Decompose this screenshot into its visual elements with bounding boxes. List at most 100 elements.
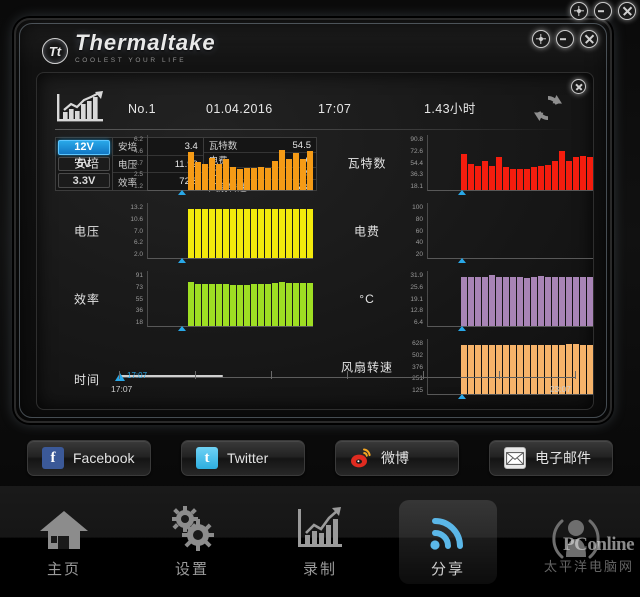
chart-bar: [188, 208, 194, 258]
chart-title-voltage: 电压: [73, 224, 100, 239]
ytick: 100: [412, 204, 423, 211]
chart-time-marker[interactable]: [177, 258, 186, 263]
close-window-button[interactable]: [618, 2, 636, 20]
close-icon[interactable]: [571, 79, 586, 94]
chart-bar: [580, 155, 586, 190]
chart-title-efficiency: 效率: [73, 292, 100, 307]
panel-move-button[interactable]: [532, 30, 550, 48]
share-facebook-button[interactable]: f Facebook: [27, 440, 151, 476]
rss-icon: [422, 505, 474, 553]
chart-bar: [468, 163, 474, 190]
move-window-button[interactable]: [570, 2, 588, 20]
share-weibo-label: 微博: [381, 450, 409, 466]
chart-bar: [195, 208, 201, 258]
chart-plot-temperature[interactable]: [427, 271, 593, 327]
record-header: No.1 01.04.2016 17:07 1.43小时: [55, 85, 579, 129]
time-axis-label: 时间: [73, 373, 100, 387]
chart-bar: [307, 282, 313, 326]
chart-plot-efficiency[interactable]: [147, 271, 313, 327]
chart-yticks-amps: 6.2 4.6 3.7 2.5 1.2: [119, 135, 145, 191]
chart-bar: [251, 168, 257, 190]
chart-yticks-cost: 100 80 60 40 20: [399, 203, 425, 259]
ytick: 60: [415, 227, 423, 235]
chart-bar: [489, 166, 495, 190]
chart-bar: [503, 276, 509, 326]
record-header-values: No.1 01.04.2016 17:07 1.43小时: [128, 98, 476, 117]
chart-bar: [251, 208, 257, 258]
bar-chart-icon: [294, 505, 346, 553]
main-panel: Tt Thermaltake COOLEST YOUR LIFE No.1 01…: [14, 18, 612, 423]
chart-time-marker[interactable]: [177, 190, 186, 195]
chart-bar: [286, 282, 292, 326]
panel-close-button[interactable]: [580, 30, 598, 48]
ytick: 18: [135, 319, 143, 326]
share-weibo-button[interactable]: 微博: [335, 440, 459, 476]
chart-plot-watts[interactable]: [427, 135, 593, 191]
ytick: 31.9: [410, 272, 423, 279]
chart-bar: [209, 157, 215, 190]
record-date: 01.04.2016: [206, 101, 273, 116]
chart-time-marker[interactable]: [457, 190, 466, 195]
chart-bar: [587, 345, 593, 394]
chart-bar: [545, 276, 551, 326]
chart-watts: 瓦特数 90.8 72.6 54.4 36.3 18.1: [335, 135, 593, 195]
ytick: 13.2: [130, 204, 143, 211]
chart-bar: [223, 284, 229, 326]
ytick: 80: [415, 215, 423, 223]
chart-bar: [538, 276, 544, 326]
ytick: 36: [135, 307, 143, 315]
share-email-button[interactable]: 电子邮件: [489, 440, 613, 476]
panel-minimize-button[interactable]: [556, 30, 574, 48]
time-tick: [499, 371, 500, 379]
refresh-icon[interactable]: [531, 91, 565, 125]
ytick: 18.1: [410, 183, 423, 190]
minus-icon: [598, 10, 604, 12]
ytick: 20: [415, 251, 423, 258]
nav-item-settings[interactable]: 设置: [128, 486, 256, 597]
user-icon: [550, 515, 602, 563]
chart-plot-cost[interactable]: [427, 203, 593, 259]
chart-time-marker[interactable]: [457, 326, 466, 331]
chart-bar: [202, 208, 208, 258]
chart-bars: [188, 203, 313, 258]
chart-bar: [531, 167, 537, 190]
chart-time-marker[interactable]: [457, 258, 466, 263]
chart-bar: [195, 284, 201, 326]
chart-bar: [265, 284, 271, 326]
gears-icon: [166, 505, 218, 553]
thermaltake-logo-icon: Tt: [42, 38, 68, 64]
chart-bar: [237, 285, 243, 326]
chart-bar: [209, 283, 215, 326]
nav-item-home[interactable]: 主页: [0, 486, 128, 597]
time-axis[interactable]: 时间 17:07 17:07 23:07: [55, 367, 581, 401]
ytick: 36.3: [410, 171, 423, 179]
twitter-icon: t: [196, 447, 218, 469]
chart-time-marker[interactable]: [177, 326, 186, 331]
nav-item-user[interactable]: [512, 486, 640, 597]
ytick: 628: [412, 340, 423, 347]
share-twitter-button[interactable]: t Twitter: [181, 440, 305, 476]
chart-bar: [258, 284, 264, 326]
chart-bar: [209, 208, 215, 258]
chart-yticks-voltage: 13.2 10.6 7.0 6.2 2.0: [119, 203, 145, 259]
minimize-window-button[interactable]: [594, 2, 612, 20]
chart-bar: [475, 276, 481, 326]
facebook-icon: f: [42, 447, 64, 469]
chart-yticks-watts: 90.8 72.6 54.4 36.3 18.1: [399, 135, 425, 191]
chart-bar: [587, 276, 593, 326]
chart-plot-voltage[interactable]: [147, 203, 313, 259]
chart-yticks-efficiency: 91 73 55 36 18: [119, 271, 145, 327]
screen-close-control[interactable]: [571, 79, 586, 94]
nav-item-share[interactable]: 分享: [384, 486, 512, 597]
nav-item-record[interactable]: 录制: [256, 486, 384, 597]
time-marker-handle[interactable]: [115, 373, 125, 381]
ytick: 72.6: [410, 147, 423, 155]
mail-icon: [504, 447, 526, 469]
chart-bar: [188, 282, 194, 326]
chart-bar: [538, 166, 544, 190]
time-tick: [423, 371, 424, 379]
chart-plot-amps[interactable]: [147, 135, 313, 191]
chart-bar: [559, 276, 565, 326]
ytick: 2.5: [133, 171, 143, 179]
chart-bar: [524, 168, 530, 190]
